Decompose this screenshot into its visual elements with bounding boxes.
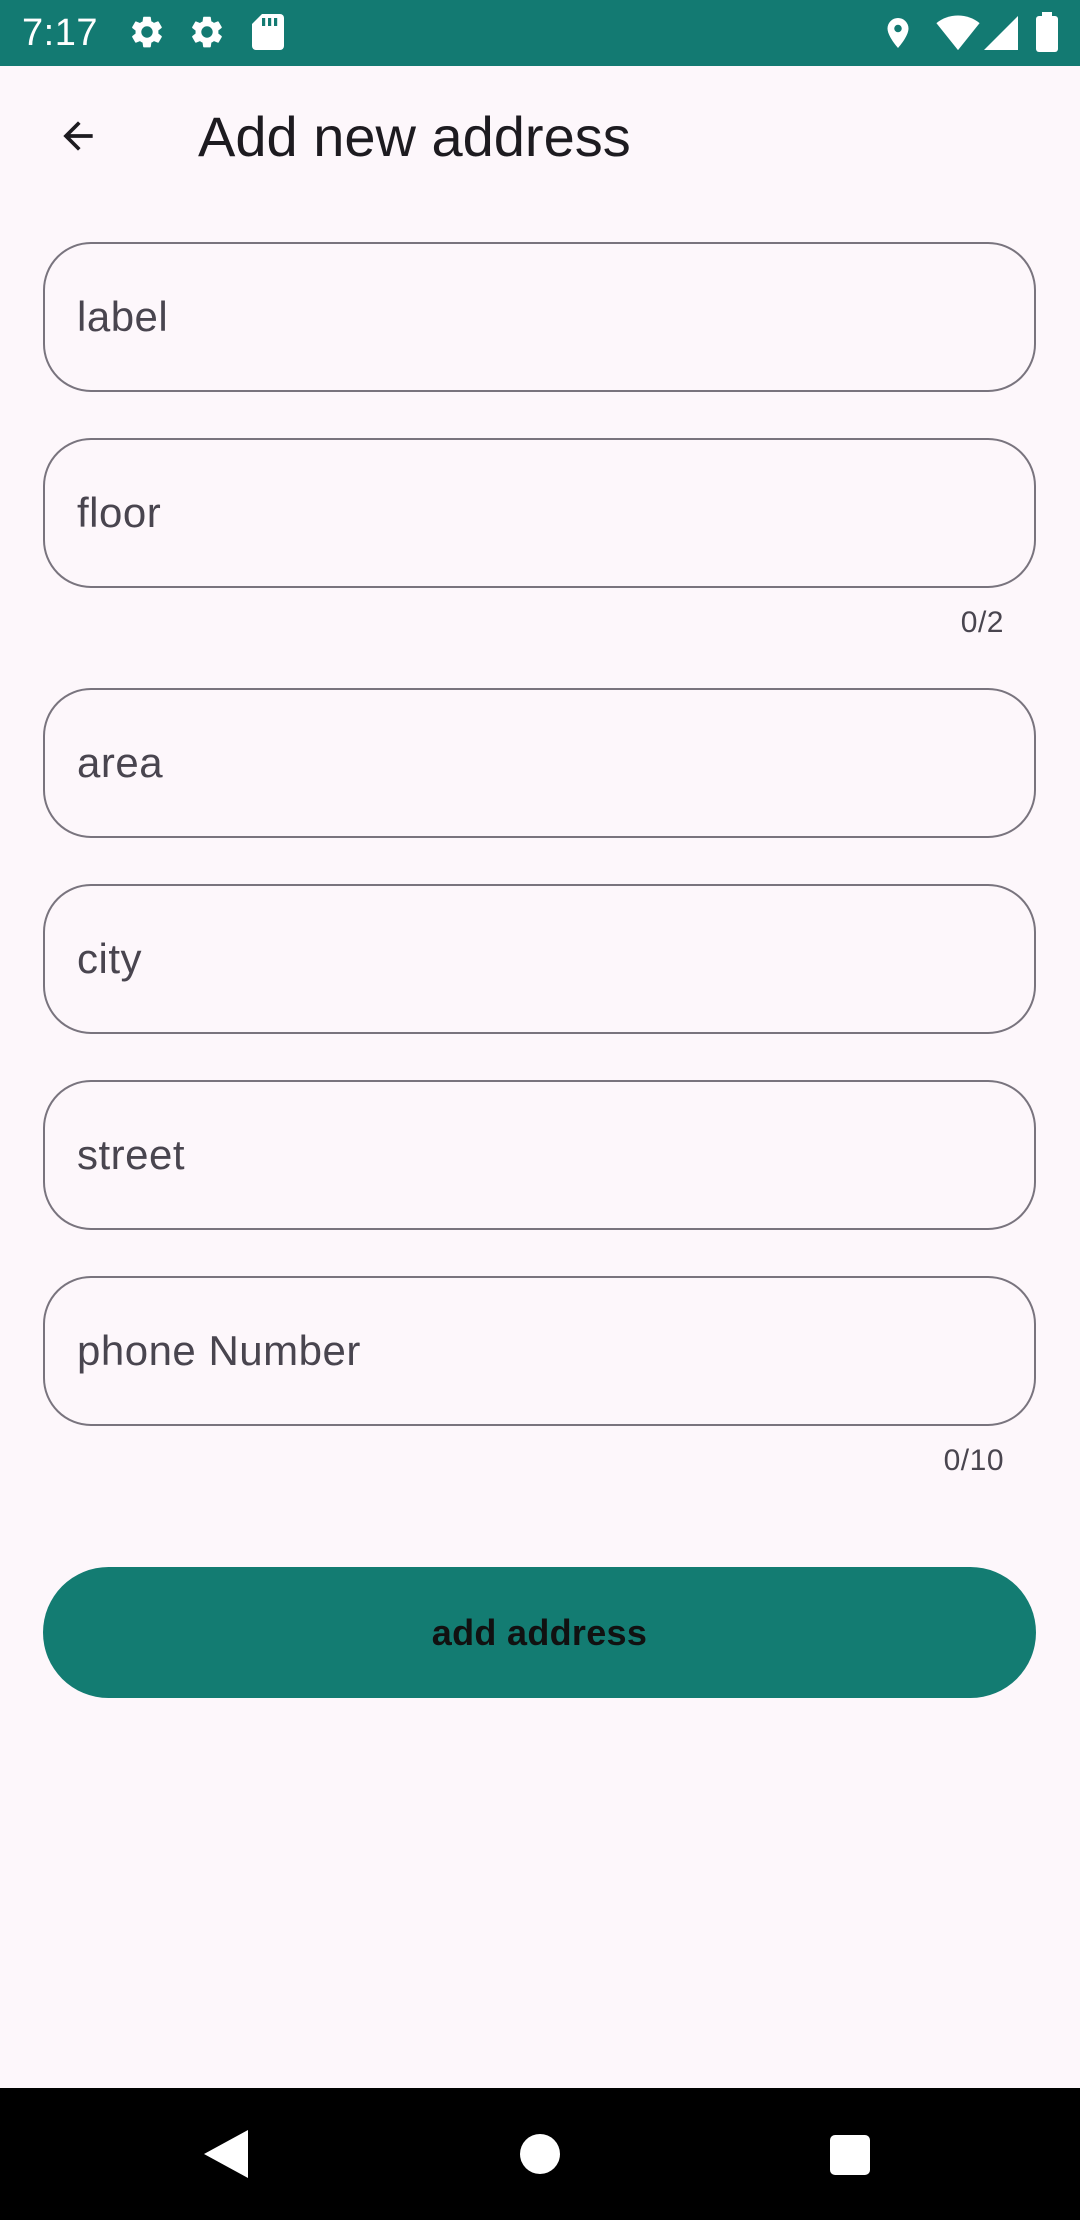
phone-number-field[interactable]: [43, 1276, 1036, 1426]
phone-char-counter: 0/10: [943, 1444, 1004, 1477]
gear-icon: [128, 13, 166, 56]
label-field[interactable]: [43, 242, 1036, 392]
wifi-icon: [936, 15, 980, 56]
page-title: Add new address: [198, 105, 631, 168]
arrow-back-icon: [53, 114, 103, 163]
phone-number-input[interactable]: [45, 1278, 1034, 1424]
signal-icon: [984, 15, 1018, 56]
app-bar: Add new address: [0, 66, 1080, 216]
area-field[interactable]: [43, 688, 1036, 838]
gear-icon: [188, 13, 226, 56]
add-address-label: add address: [431, 1611, 648, 1653]
recents-square-icon[interactable]: [829, 2134, 871, 2181]
city-field[interactable]: [43, 884, 1036, 1034]
street-field[interactable]: [43, 1080, 1036, 1230]
back-button[interactable]: [38, 108, 118, 168]
city-input[interactable]: [45, 886, 1034, 1032]
status-time: 7:17: [22, 12, 98, 54]
add-address-button[interactable]: add address: [43, 1567, 1036, 1698]
floor-input[interactable]: [45, 440, 1034, 586]
floor-field[interactable]: [43, 438, 1036, 588]
label-input[interactable]: [45, 244, 1034, 390]
home-circle-icon[interactable]: [519, 2133, 561, 2180]
system-nav-bar: [0, 2088, 1080, 2220]
back-triangle-icon[interactable]: [204, 2130, 248, 2183]
location-icon: [880, 14, 916, 57]
floor-char-counter: 0/2: [960, 606, 1004, 639]
area-input[interactable]: [45, 690, 1034, 836]
sd-card-icon: [252, 14, 284, 55]
status-bar: 7:17: [0, 0, 1080, 66]
battery-icon: [1036, 12, 1058, 57]
street-input[interactable]: [45, 1082, 1034, 1228]
